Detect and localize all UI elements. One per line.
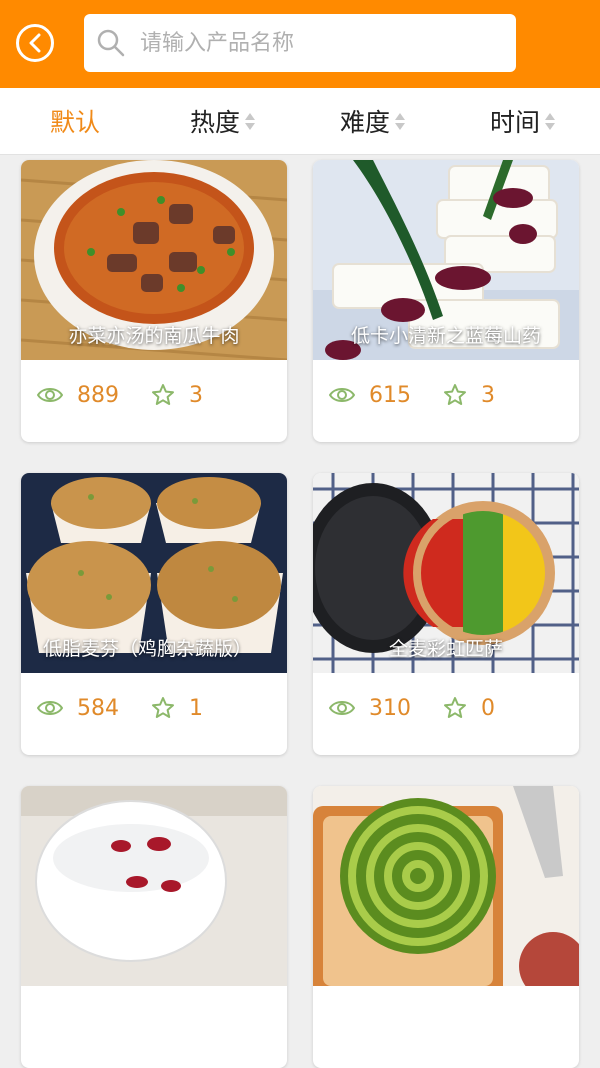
eye-icon — [37, 388, 63, 402]
recipe-title: 全麦彩虹匹萨 — [388, 638, 503, 660]
recipe-stats: 310 0 — [313, 673, 579, 743]
sort-popularity[interactable]: 热度 — [190, 88, 256, 154]
recipe-title: 低脂麦芬（鸡胸杂蔬版） — [43, 638, 253, 660]
recipe-image — [313, 786, 579, 986]
recipe-stats: 889 3 — [21, 360, 287, 430]
recipe-image: 全麦彩虹匹萨 — [313, 473, 579, 673]
star-icon — [152, 697, 174, 718]
recipe-image: 亦菜亦汤的南瓜牛肉 — [21, 160, 287, 360]
sort-time-label: 时间 — [490, 108, 541, 137]
star-icon — [152, 384, 174, 405]
recipe-title: 亦菜亦汤的南瓜牛肉 — [68, 325, 240, 347]
sort-time[interactable]: 时间 — [490, 88, 556, 154]
recipe-card[interactable]: 全麦彩虹匹萨 310 0 — [313, 473, 579, 755]
sort-default-label: 默认 — [50, 108, 101, 137]
recipe-title: 低卡小清新之蓝莓山药 — [350, 325, 541, 347]
recipe-card[interactable]: 低脂麦芬（鸡胸杂蔬版） 584 1 — [21, 473, 287, 755]
views-stat: 615 — [329, 383, 411, 408]
stars-stat: 1 — [151, 696, 203, 721]
recipe-stats: 584 1 — [21, 673, 287, 743]
sort-popularity-label: 热度 — [190, 108, 241, 137]
eye-icon — [329, 388, 355, 402]
recipe-card[interactable] — [313, 786, 579, 1068]
stars-stat: 3 — [151, 383, 203, 408]
star-icon — [444, 697, 466, 718]
stars-stat: 0 — [443, 696, 495, 721]
recipe-image — [21, 786, 287, 986]
views-stat: 889 — [37, 383, 119, 408]
star-icon — [444, 384, 466, 405]
stars-stat: 3 — [443, 383, 495, 408]
stars-count: 0 — [481, 695, 495, 721]
views-count: 584 — [77, 695, 119, 721]
sort-arrows-icon — [245, 112, 256, 130]
recipe-card[interactable] — [21, 786, 287, 1068]
views-count: 889 — [77, 382, 119, 408]
views-count: 615 — [369, 382, 411, 408]
chevron-left-icon — [29, 33, 41, 53]
sort-default[interactable]: 默认 — [50, 88, 100, 154]
back-button[interactable] — [16, 24, 54, 62]
sort-bar: 默认 热度 难度 时间 — [0, 88, 600, 155]
stars-count: 3 — [481, 382, 495, 408]
sort-difficulty-label: 难度 — [340, 108, 391, 137]
recipe-card[interactable]: 亦菜亦汤的南瓜牛肉 889 3 — [21, 160, 287, 442]
views-stat: 584 — [37, 696, 119, 721]
eye-icon — [329, 701, 355, 715]
recipe-image: 低卡小清新之蓝莓山药 — [313, 160, 579, 360]
recipe-card[interactable]: 低卡小清新之蓝莓山药 615 3 — [313, 160, 579, 442]
search-input[interactable] — [138, 29, 502, 57]
search-icon — [97, 29, 125, 57]
sort-arrows-icon — [395, 112, 406, 130]
search-box[interactable] — [84, 14, 516, 72]
views-stat: 310 — [329, 696, 411, 721]
stars-count: 1 — [189, 695, 203, 721]
sort-arrows-icon — [545, 112, 556, 130]
eye-icon — [37, 701, 63, 715]
sort-difficulty[interactable]: 难度 — [340, 88, 406, 154]
stars-count: 3 — [189, 382, 203, 408]
top-bar — [0, 0, 600, 88]
recipe-stats: 615 3 — [313, 360, 579, 430]
views-count: 310 — [369, 695, 411, 721]
recipe-image: 低脂麦芬（鸡胸杂蔬版） — [21, 473, 287, 673]
